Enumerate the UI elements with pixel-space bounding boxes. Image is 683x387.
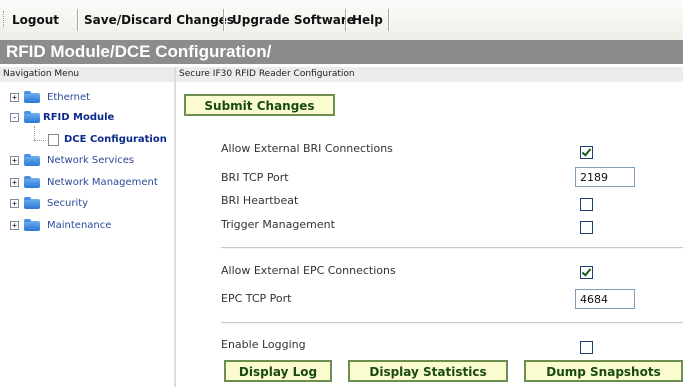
bri-heartbeat-checkbox[interactable] [580,198,593,211]
nav-item-network-services[interactable]: + Network Services [0,153,170,169]
toolbar-grip [3,11,6,27]
folder-icon [24,219,40,231]
nav-item-label: Ethernet [47,92,91,103]
folder-icon [24,154,40,166]
bri-tcp-port-input[interactable] [575,167,635,187]
help-button[interactable]: Help [352,11,383,29]
title-bar: RFID Module/DCE Configuration/ [0,40,683,64]
allow-epc-checkbox[interactable] [580,266,593,279]
nav-item-dce-configuration[interactable]: DCE Configuration [0,132,170,148]
nav-item-label: DCE Configuration [64,134,167,145]
folder-icon [24,197,40,209]
trigger-management-checkbox[interactable] [580,221,593,234]
epc-tcp-port-input[interactable] [575,289,635,309]
enable-logging-label: Enable Logging [221,338,306,351]
enable-logging-checkbox[interactable] [580,341,593,354]
save-discard-changes-button[interactable]: Save/Discard Changes [84,11,234,29]
nav-item-label: Network Services [47,155,135,166]
toolbar: Logout Save/Discard Changes Upgrade Soft… [0,0,683,40]
nav-item-network-management[interactable]: + Network Management [0,175,170,191]
toolbar-separator [77,9,79,31]
folder-icon [24,111,40,123]
expand-icon[interactable]: + [10,93,19,102]
section-divider [221,247,683,249]
folder-icon [24,91,40,103]
nav-item-maintenance[interactable]: + Maintenance [0,218,170,234]
allow-bri-checkbox[interactable] [580,146,593,159]
submit-changes-button[interactable]: Submit Changes [184,94,335,116]
page-icon [48,134,59,146]
nav-item-ethernet[interactable]: + Ethernet [0,90,170,106]
nav-item-label: Maintenance [47,220,112,231]
navigation-menu-header: Navigation Menu [0,67,174,82]
folder-icon [24,176,40,188]
toolbar-separator [223,9,225,31]
epc-tcp-port-label: EPC TCP Port [221,292,292,305]
expand-icon[interactable]: + [10,221,19,230]
upgrade-software-button[interactable]: Upgrade Software [232,11,355,29]
trigger-management-label: Trigger Management [221,218,335,231]
expand-icon[interactable]: + [10,199,19,208]
page-title: RFID Module/DCE Configuration/ [6,42,272,61]
nav-item-label: RFID Module [43,112,115,123]
bri-tcp-port-label: BRI TCP Port [221,171,289,184]
nav-item-label: Security [47,198,89,209]
dump-snapshots-button[interactable]: Dump Snapshots [524,360,683,382]
collapse-icon[interactable]: - [10,113,19,122]
allow-bri-label: Allow External BRI Connections [221,142,393,155]
nav-item-security[interactable]: + Security [0,196,170,212]
toolbar-separator [345,9,347,31]
nav-item-rfid-module[interactable]: - RFID Module [0,110,170,126]
bri-heartbeat-label: BRI Heartbeat [221,194,299,207]
nav-item-label: Network Management [47,177,158,188]
display-statistics-button[interactable]: Display Statistics [348,360,508,382]
expand-icon[interactable]: + [10,156,19,165]
section-divider [221,322,683,324]
logout-button[interactable]: Logout [12,11,59,29]
panel-divider [174,67,176,387]
toolbar-separator [388,9,390,31]
display-log-button[interactable]: Display Log [224,360,332,382]
content-header: Secure IF30 RFID Reader Configuration [176,67,683,82]
expand-icon[interactable]: + [10,178,19,187]
allow-epc-label: Allow External EPC Connections [221,264,396,277]
